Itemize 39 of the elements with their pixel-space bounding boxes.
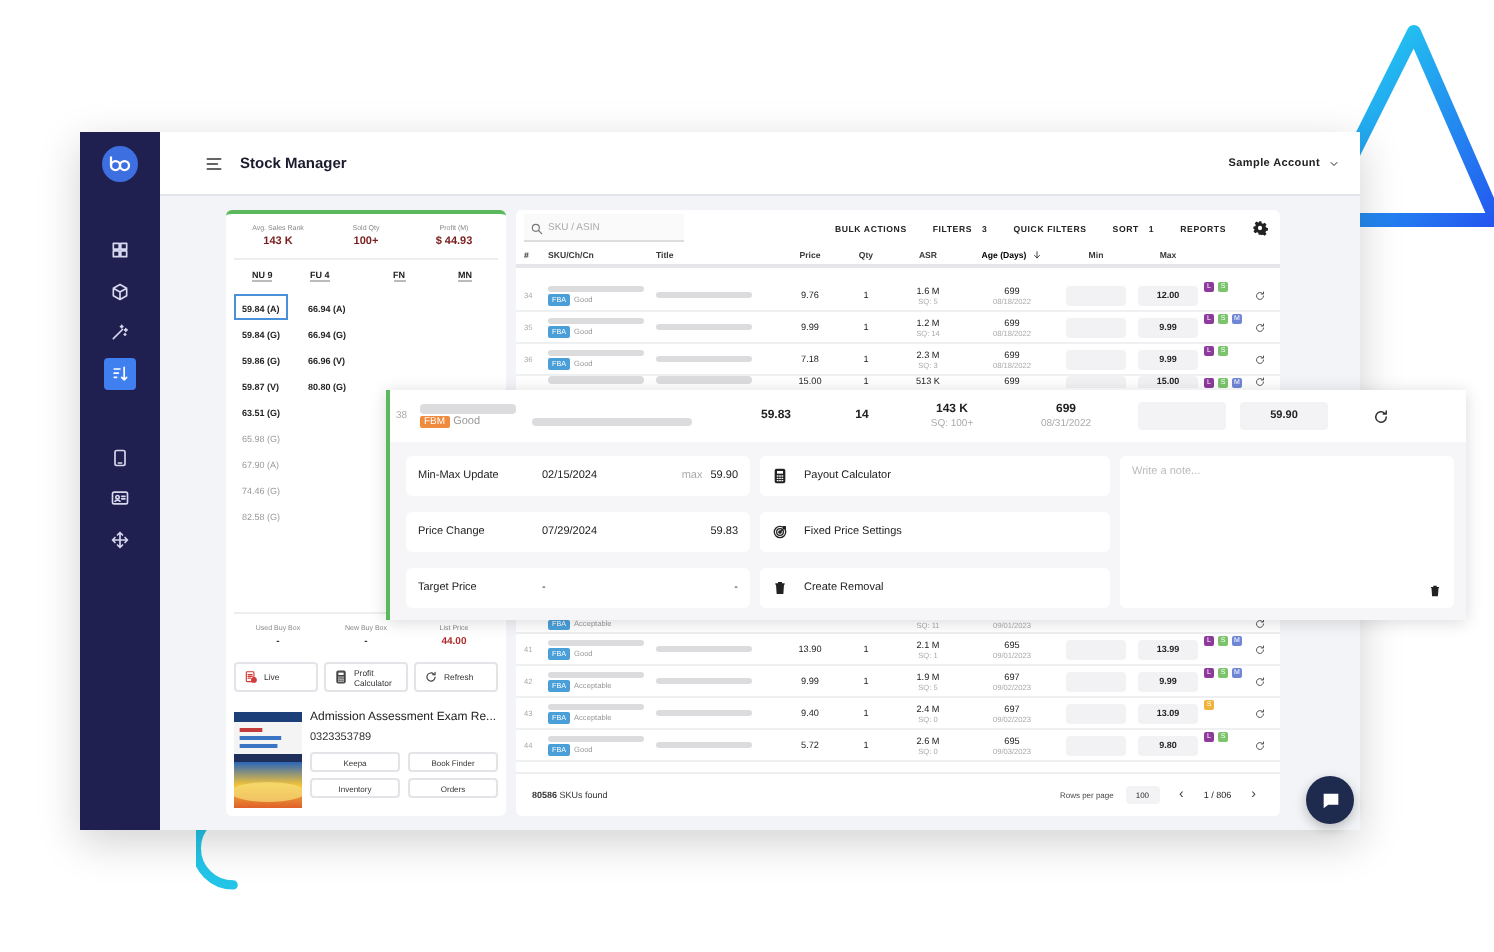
blurred-text — [548, 703, 644, 710]
phone-icon — [110, 447, 130, 467]
settings-icon[interactable] — [1252, 220, 1268, 236]
blurred-text — [548, 639, 644, 646]
blurred-text — [420, 404, 516, 413]
chat-icon — [1319, 789, 1341, 811]
sort-icon — [110, 363, 130, 383]
blurred-text — [656, 741, 752, 749]
calculator-icon — [772, 468, 788, 484]
cube-icon — [110, 281, 130, 301]
blurred-text — [656, 323, 752, 331]
blurred-text — [548, 671, 644, 678]
magic-wand-icon — [110, 322, 130, 342]
blurred-text — [656, 709, 752, 717]
chevron-down-icon — [1328, 157, 1340, 169]
blurred-text — [656, 355, 752, 363]
calculator-icon — [334, 670, 348, 684]
id-card-icon — [110, 488, 130, 508]
arrow-down-icon[interactable] — [1032, 250, 1043, 260]
min-field[interactable] — [1066, 376, 1126, 388]
blurred-text — [548, 349, 644, 356]
menu-icon[interactable] — [204, 153, 224, 173]
document-icon — [244, 670, 258, 684]
trash-icon — [772, 580, 788, 596]
trash-icon[interactable] — [1428, 584, 1442, 598]
blurred-text — [548, 285, 644, 292]
target-icon — [772, 524, 788, 540]
grid-icon — [110, 240, 130, 260]
logo-icon — [102, 146, 138, 182]
blurred-text — [656, 291, 752, 299]
blurred-text — [548, 735, 644, 742]
sidebar-item[interactable] — [104, 357, 136, 389]
blurred-text — [656, 677, 752, 685]
move-icon — [110, 529, 130, 549]
refresh-icon[interactable] — [1372, 407, 1390, 425]
search-icon — [530, 221, 544, 235]
blurred-text — [548, 317, 644, 324]
blurred-text — [656, 645, 752, 653]
refresh-icon — [424, 670, 438, 684]
